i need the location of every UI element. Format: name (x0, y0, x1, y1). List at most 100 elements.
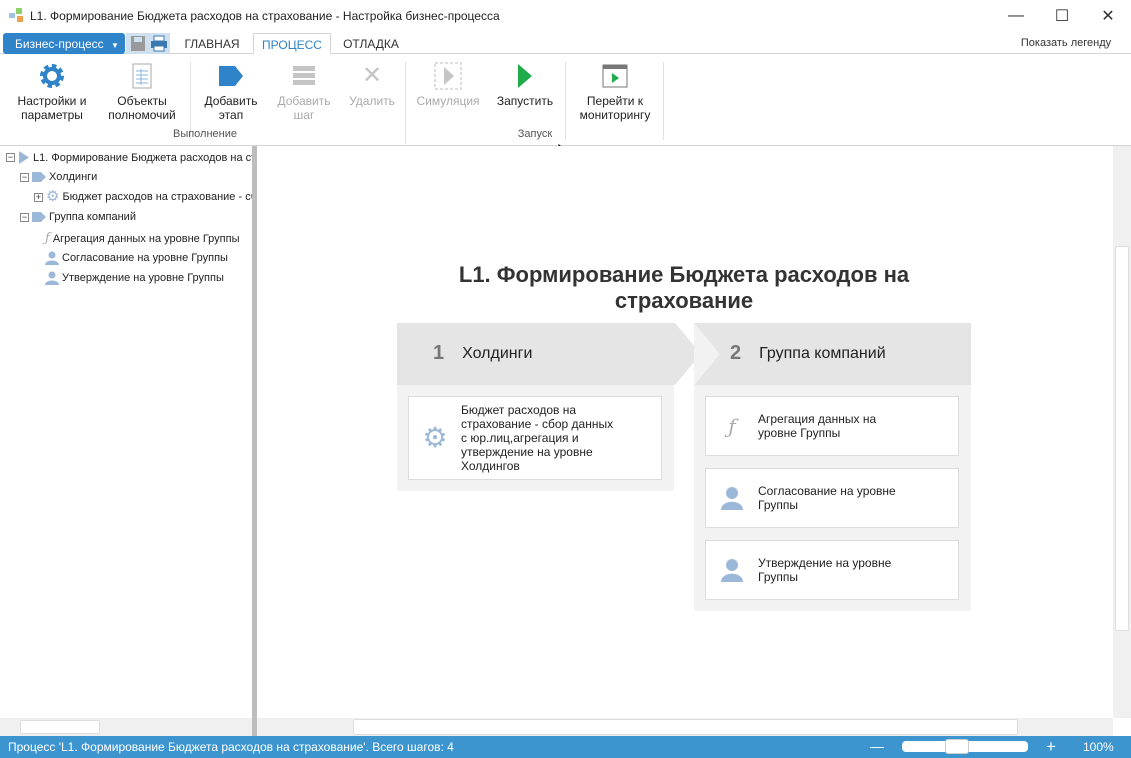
function-icon: ƒ (45, 231, 50, 246)
app-menu-label: Бизнес-процесс (15, 37, 104, 51)
app-menu-button[interactable]: Бизнес-процесс ▼ (3, 33, 125, 54)
authority-objects-button[interactable]: Объекты полномочий (100, 62, 184, 122)
save-icon[interactable] (130, 35, 146, 52)
tree-item-label: Холдинги (49, 171, 98, 183)
process-tree: −L1. Формирование Бюджета расходов на ст… (0, 146, 253, 736)
collapse-icon[interactable]: − (20, 212, 29, 222)
separator (663, 62, 664, 140)
zoom-out-button[interactable]: — (870, 738, 884, 754)
lane-1-header[interactable]: 1 Холдинги (397, 323, 677, 384)
collapse-icon[interactable]: − (6, 153, 15, 162)
gear-icon (40, 64, 64, 88)
step-label: Утверждение на уровне Группы (758, 556, 892, 584)
tree-item-step[interactable]: +⚙Бюджет расходов на страхование - сбор … (34, 188, 253, 205)
separator (405, 62, 406, 144)
delete-button[interactable]: ✕ Удалить (342, 62, 402, 109)
add-stage-button[interactable]: Добавить этап (196, 62, 266, 122)
close-button[interactable]: ✕ (1085, 0, 1131, 31)
horizontal-scrollbar[interactable] (257, 718, 1113, 736)
step-label: Агрегация данных на уровне Группы (758, 412, 877, 440)
tree-item-stage[interactable]: − Холдинги (20, 171, 97, 183)
authority-objects-label: Объекты полномочий (108, 94, 176, 122)
step-label: Бюджет расходов на страхование - сбор да… (461, 403, 614, 473)
scroll-thumb[interactable] (1115, 246, 1129, 631)
close-icon: ✕ (361, 62, 383, 89)
play-icon (518, 64, 532, 88)
tree-item-label: Агрегация данных на уровне Группы (52, 232, 240, 245)
settings-button[interactable]: Настройки и параметры (10, 62, 94, 122)
go-to-monitoring-label: Перейти к мониторингу (579, 94, 651, 122)
tree-item-label: Бюджет расходов на страхование - сбор да… (62, 191, 253, 203)
tree-item-label: Утверждение на уровне Группы (62, 272, 224, 284)
tree-item-process[interactable]: − L1. Формирование Бюджета расходов на ст… (6, 151, 253, 164)
print-icon[interactable] (150, 35, 168, 52)
function-icon: ƒ (728, 414, 736, 438)
maximize-button[interactable]: ☐ (1039, 0, 1085, 31)
user-icon (45, 251, 59, 265)
add-step-button[interactable]: Добавить шаг (270, 62, 338, 122)
process-icon (19, 151, 29, 164)
run-label: Запустить (496, 94, 554, 108)
zoom-slider[interactable] (902, 739, 1028, 754)
user-icon (721, 487, 743, 510)
user-icon (45, 271, 59, 285)
step-card[interactable]: Утверждение на уровне Группы (705, 540, 959, 600)
zoom-level: 100% (1083, 740, 1114, 754)
chevron-down-icon: ▼ (110, 41, 119, 50)
group-label-execution: Выполнение (172, 128, 238, 140)
tree-item-label: L1. Формирование Бюджета расходов на стр… (33, 151, 253, 164)
zoom-in-button[interactable]: + (1046, 737, 1056, 757)
tree-item-step[interactable]: ƒ Агрегация данных на уровне Группы (45, 231, 240, 246)
tree-item-label: Группа компаний (49, 211, 136, 223)
step-card[interactable]: ⚙ Бюджет расходов на страхование - сбор д… (408, 396, 662, 480)
lane-name: Группа компаний (759, 344, 886, 362)
tree-item-label: Согласование на уровне Группы (62, 252, 228, 264)
stage-icon (32, 172, 46, 182)
gear-icon: ⚙ (46, 188, 60, 205)
diagram-title: L1. Формирование Бюджета расходов на стр… (458, 262, 910, 313)
add-step-label: Добавить шаг (277, 94, 331, 122)
step-card[interactable]: ƒ Агрегация данных на уровне Группы (705, 396, 959, 456)
step-card[interactable]: Согласование на уровне Группы (705, 468, 959, 528)
scroll-thumb[interactable] (353, 719, 1018, 735)
quick-access (126, 33, 170, 54)
step-label: Согласование на уровне Группы (758, 484, 896, 512)
tab-debug[interactable]: ОТЛАДКА (335, 33, 407, 54)
title-bar: L1. Формирование Бюджета расходов на стр… (0, 0, 1131, 31)
lane-number: 1 (433, 342, 445, 364)
document-table-icon (132, 63, 152, 89)
expand-icon[interactable]: + (34, 192, 43, 202)
vertical-scrollbar[interactable] (1113, 146, 1131, 718)
lane-2-header[interactable]: 2 Группа компаний (694, 323, 971, 384)
simulation-label: Симуляция (416, 94, 480, 108)
simulation-icon (434, 62, 462, 90)
gear-icon: ⚙ (422, 422, 448, 453)
minimize-button[interactable]: — (993, 0, 1039, 31)
status-bar: Процесс 'L1. Формирование Бюджета расход… (0, 736, 1131, 758)
simulation-button[interactable]: Симуляция (412, 62, 484, 108)
diagram-canvas (257, 146, 1113, 718)
settings-label: Настройки и параметры (17, 94, 87, 122)
window-title: L1. Формирование Бюджета расходов на стр… (30, 9, 500, 23)
run-button[interactable]: Запустить (490, 62, 560, 108)
tree-item-step[interactable]: Утверждение на уровне Группы (45, 271, 224, 285)
add-stage-label: Добавить этап (204, 94, 258, 122)
monitoring-icon (602, 64, 628, 88)
zoom-slider-thumb[interactable] (945, 739, 969, 754)
app-icon (9, 8, 23, 22)
user-icon (721, 559, 743, 582)
tree-item-step[interactable]: Согласование на уровне Группы (45, 251, 228, 265)
left-horizontal-scrollbar[interactable] (0, 718, 252, 736)
lane-number: 2 (730, 342, 742, 364)
stage-icon (32, 212, 46, 222)
tab-main[interactable]: ГЛАВНАЯ (175, 33, 249, 54)
delete-label: Удалить (349, 94, 395, 108)
collapse-icon[interactable]: − (20, 172, 29, 182)
tree-item-stage[interactable]: − Группа компаний (20, 211, 136, 223)
tab-process[interactable]: ПРОЦЕСС (253, 33, 331, 55)
group-label-launch: Запуск (517, 128, 553, 140)
show-legend-link[interactable]: Показать легенду (1010, 33, 1122, 54)
stage-icon (219, 66, 243, 86)
go-to-monitoring-button[interactable]: Перейти к мониторингу (572, 62, 658, 122)
lane-name: Холдинги (462, 344, 533, 362)
